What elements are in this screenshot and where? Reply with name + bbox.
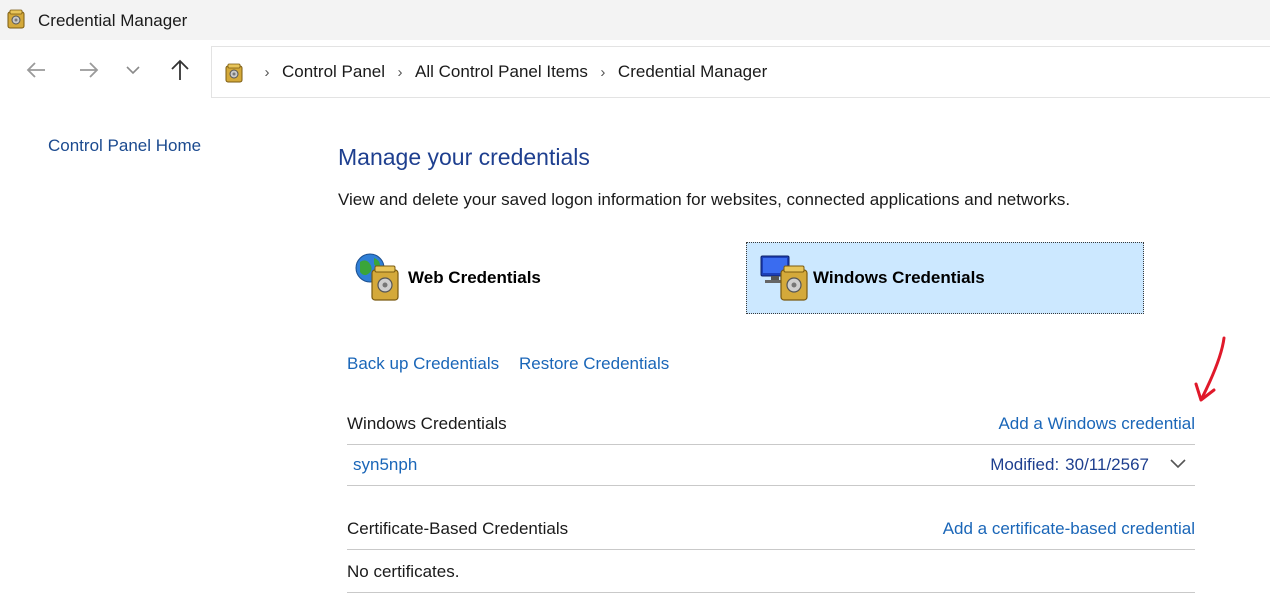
chevron-down-icon	[126, 66, 140, 75]
arrow-left-icon	[26, 62, 45, 78]
restore-credentials-link[interactable]: Restore Credentials	[519, 354, 669, 374]
chevron-right-icon[interactable]: ›	[588, 64, 618, 81]
empty-state: No certificates.	[347, 550, 1195, 593]
credential-modified: Modified: 30/11/2567	[990, 455, 1149, 475]
address-bar[interactable]: › Control Panel › All Control Panel Item…	[211, 46, 1270, 98]
web-credentials-icon	[355, 253, 399, 301]
credential-vault-icon	[7, 9, 25, 29]
credential-name[interactable]: syn5nph	[353, 455, 417, 475]
credential-row[interactable]: syn5nph Modified: 30/11/2567	[347, 445, 1195, 486]
certificate-credentials-section: Certificate-Based Credentials Add a cert…	[347, 509, 1195, 593]
breadcrumb: › Control Panel › All Control Panel Item…	[252, 62, 768, 82]
breadcrumb-credential-manager[interactable]: Credential Manager	[618, 62, 767, 82]
control-panel-home-link[interactable]: Control Panel Home	[48, 136, 201, 156]
breadcrumb-control-panel[interactable]: Control Panel	[282, 62, 385, 82]
modified-label: Modified:	[990, 455, 1060, 474]
section-header: Windows Credentials Add a Windows creden…	[347, 404, 1195, 445]
section-title: Windows Credentials	[347, 414, 507, 433]
forward-button[interactable]	[72, 53, 106, 87]
tab-windows-credentials[interactable]: Windows Credentials	[746, 242, 1144, 314]
backup-credentials-link[interactable]: Back up Credentials	[347, 354, 499, 374]
breadcrumb-all-items[interactable]: All Control Panel Items	[415, 62, 588, 82]
tab-windows-credentials-label: Windows Credentials	[813, 268, 985, 287]
empty-state-text: No certificates.	[347, 562, 460, 581]
windows-credentials-icon	[760, 255, 808, 301]
annotation-arrow-icon	[1194, 336, 1226, 402]
windows-credentials-section: Windows Credentials Add a Windows creden…	[347, 404, 1195, 486]
section-header: Certificate-Based Credentials Add a cert…	[347, 509, 1195, 550]
up-button[interactable]	[163, 53, 197, 87]
add-windows-credential-link[interactable]: Add a Windows credential	[998, 414, 1195, 434]
navigation-bar: › Control Panel › All Control Panel Item…	[0, 40, 1270, 102]
tab-web-credentials-label: Web Credentials	[408, 268, 541, 287]
window-title: Credential Manager	[38, 11, 188, 30]
modified-date: 30/11/2567	[1065, 455, 1149, 474]
recent-locations-button[interactable]	[116, 53, 150, 87]
chevron-right-icon[interactable]: ›	[252, 64, 282, 81]
arrow-up-icon	[171, 59, 189, 80]
credential-vault-icon	[225, 63, 243, 83]
chevron-down-icon[interactable]	[1169, 457, 1187, 469]
page-description: View and delete your saved logon informa…	[338, 190, 1071, 209]
tab-web-credentials[interactable]: Web Credentials	[350, 242, 740, 314]
add-certificate-credential-link[interactable]: Add a certificate-based credential	[943, 519, 1195, 539]
back-button[interactable]	[19, 53, 53, 87]
title-bar: Credential Manager	[0, 0, 1270, 40]
page-title: Manage your credentials	[338, 144, 590, 170]
arrow-right-icon	[80, 62, 99, 78]
chevron-right-icon[interactable]: ›	[385, 64, 415, 81]
section-title: Certificate-Based Credentials	[347, 519, 569, 538]
